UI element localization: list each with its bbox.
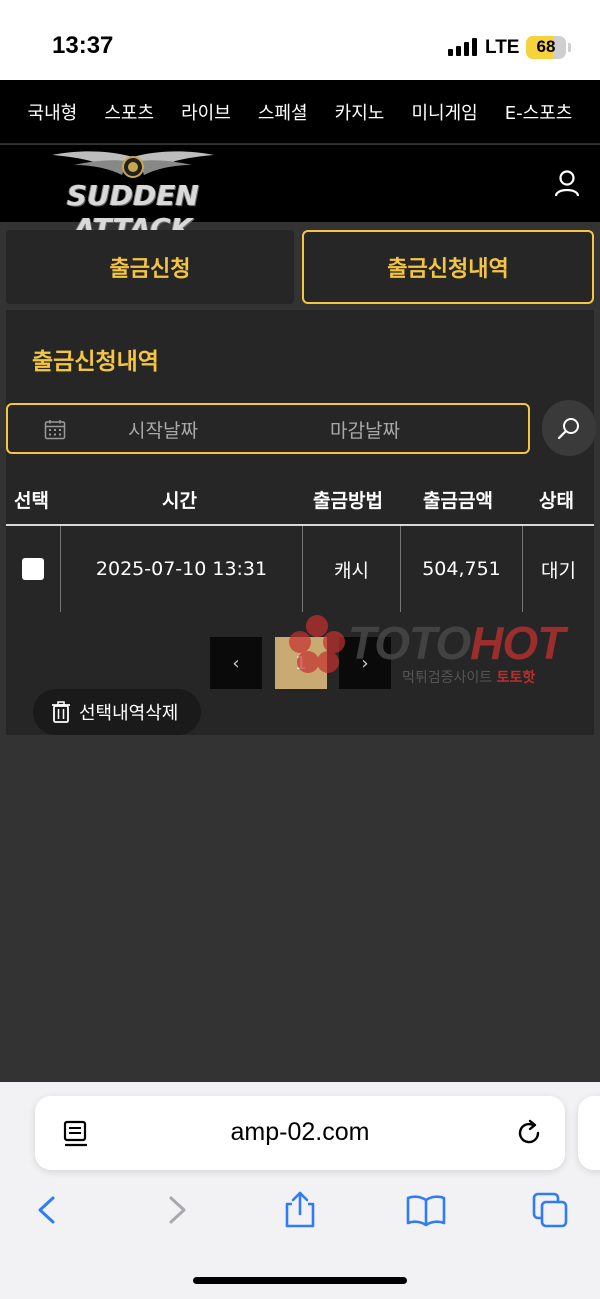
watermark: TOTOHOT 먹튀검증사이트 토토핫 bbox=[286, 612, 596, 692]
calendar-icon[interactable] bbox=[44, 419, 66, 440]
watermark-logo-icon bbox=[289, 615, 345, 673]
search-button[interactable] bbox=[542, 400, 596, 456]
row-select-cell bbox=[6, 526, 60, 612]
battery-level: 68 bbox=[536, 37, 556, 56]
col-status: 상태 bbox=[539, 490, 574, 512]
table-header: 선택 시간 출금방법 출금금액 상태 bbox=[6, 470, 594, 526]
status-bar: 13:37 LTE 68 bbox=[0, 0, 600, 80]
next-tab-peek[interactable] bbox=[578, 1096, 600, 1170]
col-amount: 출금금액 bbox=[423, 490, 493, 512]
watermark-brand: TOTOHOT bbox=[348, 617, 565, 669]
watermark-subtitle: 먹튀검증사이트 토토핫 bbox=[402, 670, 536, 686]
trash-icon bbox=[52, 701, 70, 723]
back-icon[interactable] bbox=[28, 1190, 68, 1230]
col-select: 선택 bbox=[14, 490, 49, 512]
tab-withdraw-request[interactable]: 출금신청 bbox=[6, 230, 294, 304]
signal-icon bbox=[448, 38, 480, 56]
withdraw-history-table: 선택 시간 출금방법 출금금액 상태 2025-07-10 13:31 캐시 5… bbox=[6, 470, 594, 612]
tabs-icon[interactable] bbox=[530, 1190, 570, 1230]
reload-icon[interactable] bbox=[515, 1118, 545, 1148]
user-icon[interactable] bbox=[552, 168, 582, 198]
row-status: 대기 bbox=[522, 526, 594, 612]
withdraw-tabs: 출금신청 출금신청내역 bbox=[6, 230, 594, 304]
row-time: 2025-07-10 13:31 bbox=[60, 526, 302, 612]
nav-item-esports[interactable]: E-스포츠 bbox=[505, 99, 573, 125]
delete-selected-button[interactable]: 선택내역삭제 bbox=[33, 689, 201, 735]
panel-title: 출금신청내역 bbox=[32, 349, 159, 375]
tab-withdraw-history[interactable]: 출금신청내역 bbox=[302, 230, 594, 304]
pagination-prev-button[interactable]: ‹ bbox=[210, 637, 262, 689]
row-method: 캐시 bbox=[302, 526, 400, 612]
status-time: 13:37 bbox=[52, 32, 114, 59]
top-nav: 국내형 스포츠 라이브 스페셜 카지노 미니게임 E-스포츠 bbox=[0, 80, 600, 144]
table-row: 2025-07-10 13:31 캐시 504,751 대기 bbox=[6, 526, 594, 612]
site-header: SUDDEN ATTACK bbox=[0, 145, 600, 245]
row-checkbox[interactable] bbox=[22, 558, 44, 580]
browser-toolbar: amp-02.com bbox=[0, 1082, 600, 1299]
url-text: amp-02.com bbox=[230, 1118, 370, 1146]
network-type: LTE bbox=[485, 37, 520, 58]
date-range-filter: 시작날짜 마감날짜 bbox=[6, 403, 530, 454]
col-time: 시간 bbox=[162, 490, 197, 512]
start-date-input[interactable]: 시작날짜 bbox=[128, 416, 198, 443]
share-icon[interactable] bbox=[280, 1190, 320, 1230]
col-method: 출금방법 bbox=[313, 490, 383, 512]
end-date-input[interactable]: 마감날짜 bbox=[330, 416, 400, 443]
search-icon bbox=[557, 418, 579, 440]
delete-selected-label: 선택내역삭제 bbox=[79, 703, 179, 724]
nav-item-casino[interactable]: 카지노 bbox=[335, 99, 385, 125]
row-amount: 504,751 bbox=[400, 526, 522, 612]
nav-item-minigame[interactable]: 미니게임 bbox=[411, 99, 477, 125]
battery-icon: 68 bbox=[526, 36, 566, 59]
battery-nub bbox=[568, 43, 571, 52]
nav-item-special[interactable]: 스페셜 bbox=[258, 99, 308, 125]
home-indicator bbox=[193, 1277, 407, 1284]
site-logo[interactable]: SUDDEN ATTACK bbox=[22, 149, 244, 245]
nav-item-sports[interactable]: 스포츠 bbox=[104, 99, 154, 125]
nav-item-domestic[interactable]: 국내형 bbox=[28, 99, 78, 125]
nav-item-live[interactable]: 라이브 bbox=[181, 99, 231, 125]
forward-icon[interactable] bbox=[156, 1190, 196, 1230]
address-bar[interactable]: amp-02.com bbox=[35, 1096, 565, 1170]
bookmarks-icon[interactable] bbox=[406, 1190, 446, 1230]
